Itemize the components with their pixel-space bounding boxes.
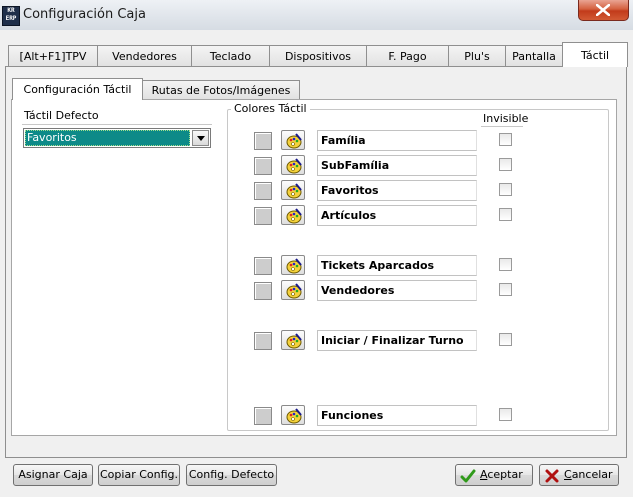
tactil-item-iniciar-finalizar-turno: Iniciar / Finalizar Turno — [317, 330, 477, 351]
tab-pantalla[interactable]: Pantalla — [505, 45, 563, 66]
asignar-caja-button[interactable]: Asignar Caja — [13, 464, 93, 486]
cancelar-button[interactable]: Cancelar — [539, 464, 619, 486]
dropdown-button[interactable] — [192, 130, 209, 146]
copiar-config-button[interactable]: Copiar Config. — [98, 464, 180, 486]
color-swatch-subfamilia[interactable] — [254, 157, 272, 175]
tab-dispositivos[interactable]: Dispositivos — [269, 45, 367, 66]
config-defecto-button[interactable]: Config. Defecto — [186, 464, 277, 486]
subtab-rutas-fotos[interactable]: Rutas de Fotos/Imágenes — [142, 80, 300, 99]
color-swatch-iniciar-finalizar-turno[interactable] — [254, 332, 272, 350]
tactil-defecto-select[interactable]: Favoritos — [23, 128, 211, 148]
invisible-checkbox-iniciar-finalizar-turno[interactable] — [499, 333, 512, 346]
tactil-item-subfamilia: SubFamília — [317, 155, 477, 176]
chevron-down-icon — [197, 136, 205, 141]
color-picker-button-funciones[interactable] — [281, 405, 305, 425]
color-swatch-vendedores[interactable] — [254, 282, 272, 300]
palette-icon — [286, 133, 302, 149]
palette-icon — [286, 258, 302, 274]
tactil-item-vendedores: Vendedores — [317, 280, 477, 301]
color-swatch-favoritos[interactable] — [254, 182, 272, 200]
divider — [22, 124, 212, 125]
color-swatch-articulos[interactable] — [254, 207, 272, 225]
palette-icon — [286, 333, 302, 349]
tactil-item-articulos: Artículos — [317, 205, 477, 226]
tab-plus[interactable]: Plu's — [448, 45, 506, 66]
tab-f-pago[interactable]: F. Pago — [366, 45, 449, 66]
close-button[interactable] — [578, 0, 629, 21]
palette-icon — [286, 208, 302, 224]
subtab-configuracion-tactil[interactable]: Configuración Táctil — [12, 78, 143, 100]
invisible-header: Invisible — [483, 112, 529, 125]
title-bar: KR ERP Configuración Caja — [0, 0, 633, 30]
tab-tactil[interactable]: Táctil — [562, 42, 628, 67]
invisible-checkbox-familia[interactable] — [499, 133, 512, 146]
aceptar-button[interactable]: Aceptar — [455, 464, 533, 486]
divider — [481, 126, 523, 127]
tab-vendedores[interactable]: Vendedores — [97, 45, 192, 66]
color-picker-button-articulos[interactable] — [281, 205, 305, 225]
palette-icon — [286, 158, 302, 174]
aceptar-label: ceptar — [487, 468, 523, 481]
color-swatch-familia[interactable] — [254, 132, 272, 150]
window-title: Configuración Caja — [23, 7, 146, 22]
app-logo-icon: KR ERP — [2, 6, 20, 26]
invisible-checkbox-tickets-aparcados[interactable] — [499, 258, 512, 271]
color-picker-button-tickets-aparcados[interactable] — [281, 255, 305, 275]
palette-icon — [286, 183, 302, 199]
tactil-item-familia: Família — [317, 130, 477, 151]
tactil-item-tickets-aparcados: Tickets Aparcados — [317, 255, 477, 276]
tab-teclado[interactable]: Teclado — [191, 45, 270, 66]
color-picker-button-favoritos[interactable] — [281, 180, 305, 200]
color-swatch-funciones[interactable] — [254, 407, 272, 425]
palette-icon — [286, 408, 302, 424]
palette-icon — [286, 283, 302, 299]
invisible-checkbox-articulos[interactable] — [499, 208, 512, 221]
tactil-item-funciones: Funciones — [317, 405, 477, 426]
checkmark-icon — [460, 469, 476, 483]
color-picker-button-subfamilia[interactable] — [281, 155, 305, 175]
close-icon — [596, 4, 610, 16]
invisible-checkbox-favoritos[interactable] — [499, 183, 512, 196]
invisible-checkbox-vendedores[interactable] — [499, 283, 512, 296]
cancelar-accelerator: C — [564, 468, 572, 481]
color-picker-button-vendedores[interactable] — [281, 280, 305, 300]
cancelar-label: ancelar — [571, 468, 613, 481]
invisible-checkbox-funciones[interactable] — [499, 408, 512, 421]
tactil-defecto-selected: Favoritos — [25, 130, 190, 146]
main-tab-bar: [Alt+F1]TPV Vendedores Teclado Dispositi… — [8, 42, 628, 67]
cancel-x-icon — [545, 469, 559, 483]
colores-tactil-label: Colores Táctil — [231, 102, 310, 115]
tactil-item-favoritos: Favoritos — [317, 180, 477, 201]
config-caja-window: KR ERP Configuración Caja [Alt+F1]TPV Ven… — [0, 0, 633, 497]
color-picker-button-familia[interactable] — [281, 130, 305, 150]
tactil-defecto-label: Táctil Defecto — [24, 109, 99, 122]
invisible-checkbox-subfamilia[interactable] — [499, 158, 512, 171]
color-picker-button-iniciar-finalizar-turno[interactable] — [281, 330, 305, 350]
tab-tpv[interactable]: [Alt+F1]TPV — [8, 45, 98, 66]
color-swatch-tickets-aparcados[interactable] — [254, 257, 272, 275]
